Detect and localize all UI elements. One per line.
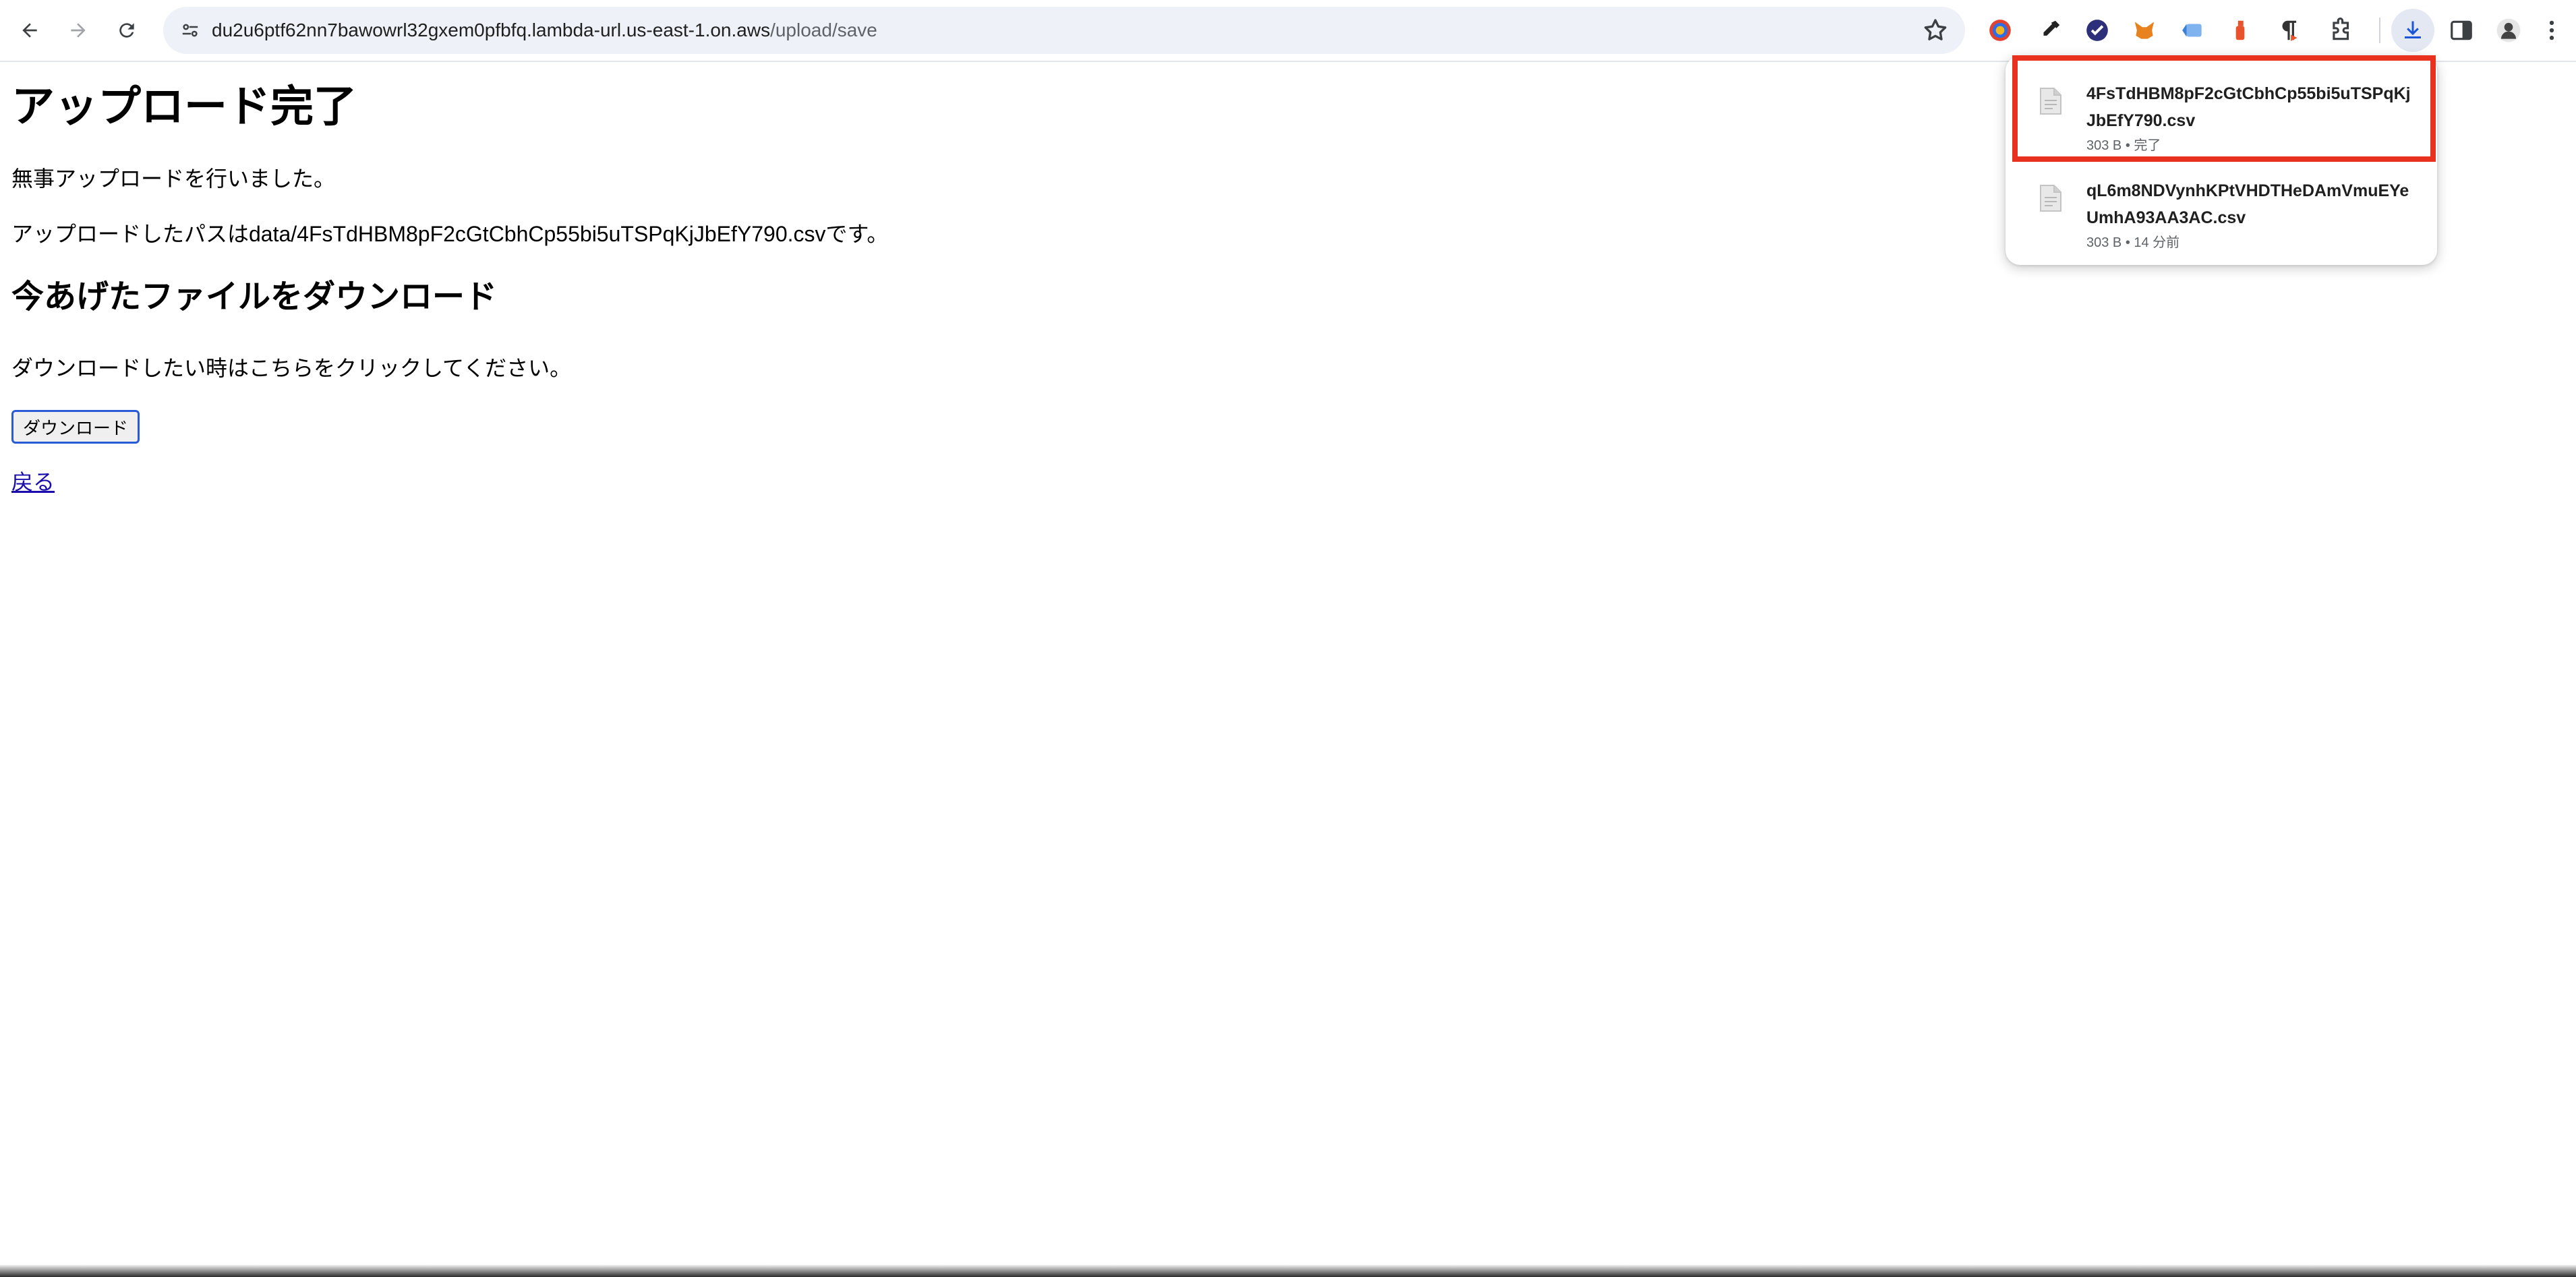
forward-arrow-icon[interactable] — [58, 10, 98, 51]
download-icon[interactable] — [2391, 9, 2434, 52]
toolbar-separator — [2379, 18, 2380, 43]
download-instruction: ダウンロードしたい時はこちらをクリックしてください。 — [11, 356, 572, 380]
color-picker-extension-icon[interactable] — [1981, 11, 2019, 49]
fire-extinguisher-extension-icon[interactable] — [2221, 11, 2259, 49]
checkmark-extension-icon[interactable] — [2078, 11, 2116, 49]
download-heading: 今あげたファイルをダウンロード — [11, 279, 498, 315]
eyedropper-extension-icon[interactable] — [2031, 11, 2069, 49]
highlight-box — [2012, 55, 2436, 162]
profile-avatar-icon[interactable] — [2490, 11, 2527, 49]
download-filename: qL6m8NDVynhKPtVHDTHeDAmVmuEYeUmhA93AA3AC… — [2086, 181, 2409, 227]
site-settings-icon[interactable] — [175, 16, 205, 45]
url-host: du2u6ptf62nn7bawowrl32gxem0pfbfq.lambda-… — [212, 20, 771, 40]
pilcrow-extension-icon[interactable] — [2270, 11, 2308, 49]
upload-path-text: アップロードしたパスはdata/4FsTdHBM8pF2cGtCbhCp55bi… — [11, 222, 889, 246]
more-menu-icon[interactable] — [2538, 11, 2565, 49]
extensions-puzzle-icon[interactable] — [2322, 11, 2360, 49]
back-arrow-icon[interactable] — [9, 10, 50, 51]
window-bottom-edge — [0, 1265, 2576, 1277]
url-path: /upload/save — [770, 20, 877, 40]
url-text[interactable]: du2u6ptf62nn7bawowrl32gxem0pfbfq.lambda-… — [212, 7, 877, 54]
file-icon — [2040, 185, 2061, 212]
download-button[interactable]: ダウンロード — [11, 410, 140, 444]
success-message: 無事アップロードを行いました。 — [11, 167, 336, 191]
back-link[interactable]: 戻る — [11, 465, 55, 496]
page-title: アップロード完了 — [11, 82, 357, 131]
metamask-fox-extension-icon[interactable] — [2126, 11, 2163, 49]
tag-extension-icon[interactable] — [2174, 11, 2212, 49]
address-bar[interactable]: du2u6ptf62nn7bawowrl32gxem0pfbfq.lambda-… — [163, 7, 1965, 54]
reload-icon[interactable] — [107, 10, 147, 51]
browser-toolbar: du2u6ptf62nn7bawowrl32gxem0pfbfq.lambda-… — [0, 0, 2576, 62]
bookmark-star-icon[interactable] — [1922, 17, 1949, 44]
side-panel-icon[interactable] — [2442, 11, 2480, 49]
download-status: 303 B • 14 分前 — [2086, 235, 2180, 250]
download-item[interactable]: qL6m8NDVynhKPtVHDTHeDAmVmuEYeUmhA93AA3AC… — [2006, 161, 2437, 256]
